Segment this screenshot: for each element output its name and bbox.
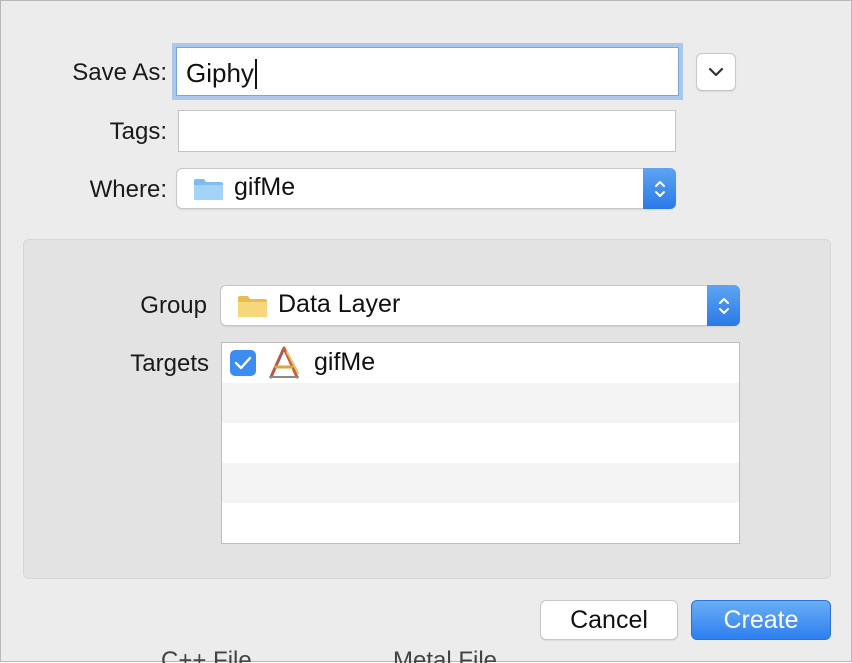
text-caret (254, 59, 257, 90)
expand-dialog-button[interactable] (696, 53, 736, 91)
list-item (222, 503, 739, 543)
save-as-value: Giphy (186, 58, 254, 88)
target-row[interactable]: gifMe (222, 343, 739, 383)
save-as-label: Save As: (72, 59, 167, 86)
xcode-app-icon (269, 346, 299, 379)
save-dialog: Save As: Giphy Tags: Where: gifMe Group (0, 0, 852, 663)
group-stepper[interactable] (707, 285, 740, 326)
folder-icon (238, 296, 267, 317)
up-down-arrows-icon (718, 297, 729, 314)
folder-icon (194, 179, 223, 200)
background-file-label: C++ File (161, 647, 252, 663)
tags-label: Tags: (109, 118, 167, 145)
where-label: Where: (89, 176, 167, 203)
target-label: gifMe (314, 348, 376, 376)
chevron-down-icon (708, 67, 724, 77)
group-label: Group (140, 292, 207, 319)
cancel-button[interactable]: Cancel (540, 600, 678, 640)
where-stepper[interactable] (643, 168, 676, 209)
targets-label: Targets (130, 350, 209, 377)
up-down-arrows-icon (654, 180, 665, 197)
list-item (222, 383, 739, 423)
create-button[interactable]: Create (691, 600, 831, 640)
save-as-field[interactable]: Giphy (176, 47, 679, 96)
tags-field[interactable] (178, 110, 676, 152)
target-checkbox[interactable] (230, 350, 256, 376)
background-file-label: Metal File (393, 647, 498, 663)
group-value: Data Layer (278, 290, 401, 318)
targets-list[interactable]: gifMe (221, 342, 740, 544)
where-value: gifMe (234, 173, 296, 201)
checkmark-icon (234, 356, 252, 370)
list-item (222, 423, 739, 463)
group-popup[interactable]: Data Layer (220, 285, 740, 326)
where-popup[interactable]: gifMe (176, 168, 676, 209)
list-item (222, 463, 739, 503)
